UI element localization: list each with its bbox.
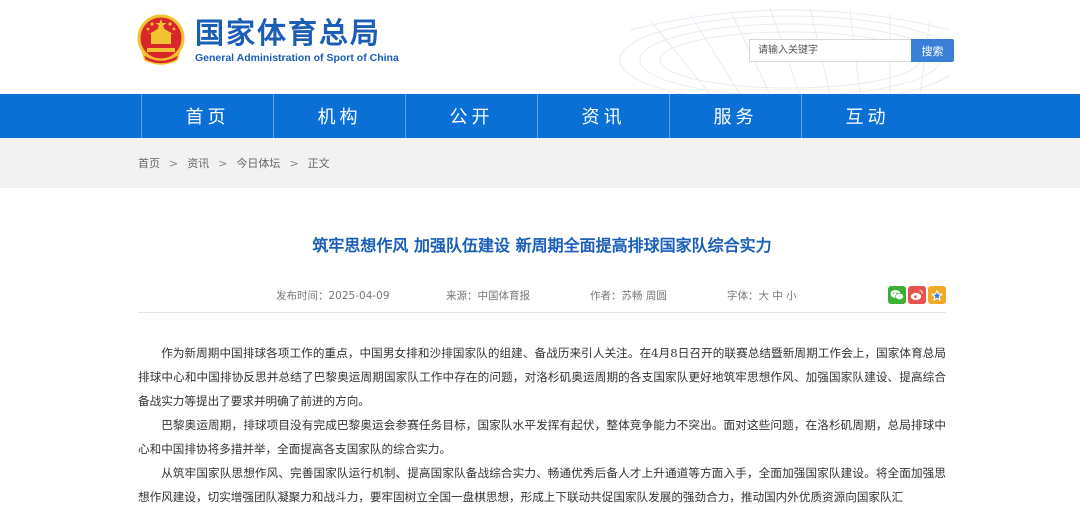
nav-item-organization[interactable]: 机构 bbox=[273, 94, 405, 138]
breadcrumb-separator: > bbox=[169, 156, 179, 170]
breadcrumb-separator: > bbox=[218, 156, 228, 170]
article-paragraph: 巴黎奥运周期，排球项目没有完成巴黎奥运会参赛任务目标，国家队水平发挥有起伏，整体… bbox=[138, 418, 946, 456]
site-name-cn: 国家体育总局 bbox=[195, 15, 382, 50]
search-input[interactable] bbox=[749, 39, 911, 62]
nav-item-services[interactable]: 服务 bbox=[669, 94, 801, 138]
qzone-icon[interactable] bbox=[928, 286, 946, 304]
breadcrumb: 首页 > 资讯 > 今日体坛 > 正文 bbox=[0, 138, 1080, 188]
national-emblem-icon bbox=[137, 14, 185, 65]
search-bar: 搜索 bbox=[749, 39, 954, 62]
share-buttons bbox=[888, 286, 946, 304]
meta-divider bbox=[138, 312, 946, 313]
nav-item-interaction[interactable]: 互动 bbox=[801, 94, 933, 138]
nav-item-home[interactable]: 首页 bbox=[141, 94, 273, 138]
article-paragraph: 作为新周期中国排球各项工作的重点，中国男女排和沙排国家队的组建、备战历来引人关注… bbox=[138, 346, 946, 408]
site-logo[interactable]: 国家体育总局 General Administration of Sport o… bbox=[137, 14, 399, 66]
breadcrumb-news[interactable]: 资讯 bbox=[187, 155, 209, 171]
breadcrumb-today-sports[interactable]: 今日体坛 bbox=[236, 155, 280, 171]
font-size-control[interactable]: 字体：大 中 小 bbox=[727, 288, 797, 303]
breadcrumb-separator: > bbox=[289, 156, 299, 170]
article-source: 来源：中国体育报 bbox=[446, 290, 530, 302]
article: 筑牢思想作风 加强队伍建设 新周期全面提高排球国家队综合实力 发布时间：2025… bbox=[0, 234, 1080, 507]
article-meta: 发布时间：2025-04-09 来源：中国体育报 作者：苏畅 周圆 字体：大 中… bbox=[138, 285, 946, 305]
breadcrumb-home[interactable]: 首页 bbox=[138, 155, 160, 171]
publish-time: 发布时间：2025-04-09 bbox=[276, 290, 390, 302]
search-button[interactable]: 搜索 bbox=[911, 39, 954, 62]
article-paragraph: 从筑牢国家队思想作风、完善国家队运行机制、提高国家队备战综合实力、畅通优秀后备人… bbox=[138, 466, 946, 504]
site-name-en: General Administration of Sport of China bbox=[195, 51, 399, 64]
site-header: 国家体育总局 General Administration of Sport o… bbox=[0, 0, 1080, 94]
article-author: 作者：苏畅 周圆 bbox=[590, 290, 667, 302]
wechat-icon[interactable] bbox=[888, 286, 906, 304]
breadcrumb-current: 正文 bbox=[307, 157, 330, 170]
weibo-icon[interactable] bbox=[908, 286, 926, 304]
nav-item-public[interactable]: 公开 bbox=[405, 94, 537, 138]
article-body: 作为新周期中国排球各项工作的重点，中国男女排和沙排国家队的组建、备战历来引人关注… bbox=[138, 341, 946, 507]
main-nav: 首页 机构 公开 资讯 服务 互动 bbox=[0, 94, 1080, 138]
article-title: 筑牢思想作风 加强队伍建设 新周期全面提高排球国家队综合实力 bbox=[312, 236, 772, 255]
nav-item-news[interactable]: 资讯 bbox=[537, 94, 669, 138]
